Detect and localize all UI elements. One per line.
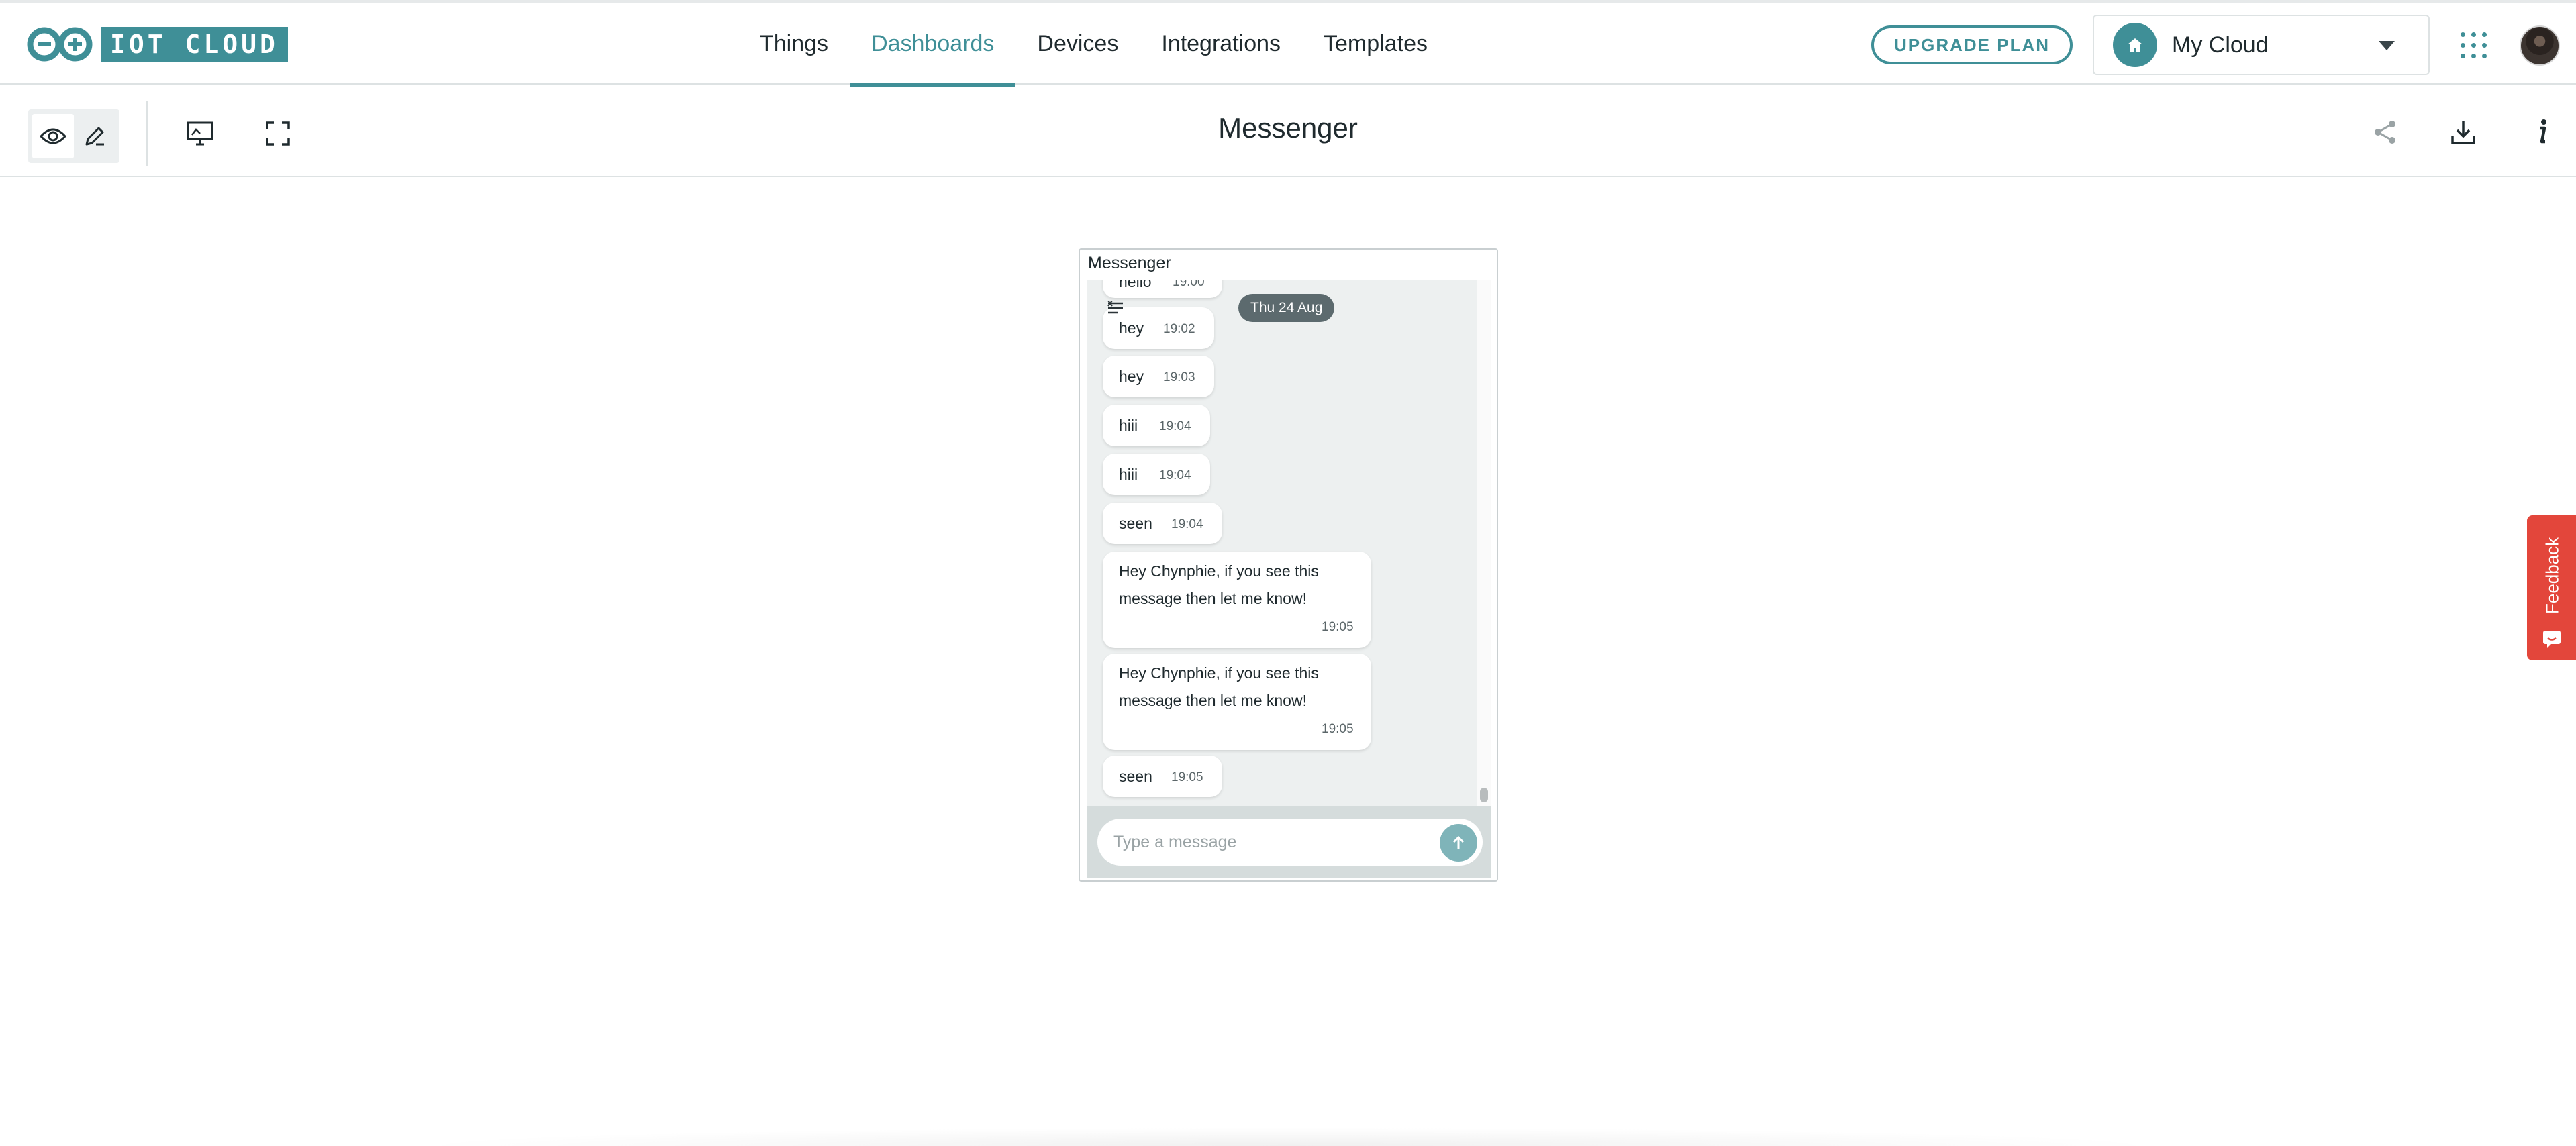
home-icon bbox=[2113, 23, 2157, 67]
feedback-tab[interactable]: Feedback bbox=[2527, 515, 2576, 660]
share-button[interactable] bbox=[2367, 113, 2404, 151]
message-time: 19:02 bbox=[1163, 322, 1195, 336]
message-text: hiii bbox=[1119, 466, 1138, 483]
message-bubble: hiii 19:04 bbox=[1103, 454, 1210, 495]
main-nav: Things Dashboards Devices Integrations T… bbox=[738, 3, 1449, 87]
dashboard-toolbar: Messenger bbox=[0, 87, 2576, 177]
arrow-up-icon bbox=[1452, 835, 1465, 849]
mark-unread-icon[interactable] bbox=[1105, 300, 1126, 317]
message-time: 19:03 bbox=[1163, 370, 1195, 384]
message-bubble: hello 19:00 bbox=[1103, 280, 1222, 298]
message-bubble: seen 19:04 bbox=[1103, 503, 1222, 544]
message-time: 19:05 bbox=[1322, 620, 1354, 634]
nav-templates[interactable]: Templates bbox=[1302, 3, 1449, 85]
send-button[interactable] bbox=[1440, 824, 1477, 862]
dashboard-title: Messenger bbox=[1218, 112, 1358, 144]
message-list[interactable]: hello 19:00 Thu 24 Aug hey 19:02 hey 19:… bbox=[1087, 280, 1477, 806]
messenger-widget: Messenger hello 19:00 Thu 24 Aug hey 19:… bbox=[1079, 248, 1498, 882]
download-button[interactable] bbox=[2444, 113, 2482, 151]
upgrade-plan-button[interactable]: UPGRADE PLAN bbox=[1871, 25, 2073, 64]
message-time: 19:04 bbox=[1159, 468, 1191, 482]
page-bottom-shadow bbox=[403, 1127, 2175, 1146]
date-badge: Thu 24 Aug bbox=[1238, 294, 1335, 322]
message-bubble: Hey Chynphie, if you see this message th… bbox=[1103, 552, 1371, 648]
info-icon bbox=[2540, 119, 2546, 144]
top-navigation-bar: IOT CLOUD Things Dashboards Devices Inte… bbox=[0, 0, 2576, 87]
message-text: hello bbox=[1119, 280, 1152, 291]
message-text: seen bbox=[1119, 768, 1152, 785]
message-time: 19:00 bbox=[1173, 280, 1205, 289]
feedback-icon bbox=[2542, 629, 2562, 648]
info-button[interactable] bbox=[2524, 113, 2561, 151]
arduino-infinity-icon bbox=[26, 25, 97, 63]
compose-bar: Type a message bbox=[1087, 806, 1491, 878]
message-text: seen bbox=[1119, 515, 1152, 532]
message-text: message then let me know! bbox=[1119, 692, 1307, 709]
widget-title: Messenger bbox=[1088, 254, 1171, 272]
message-bubble: hey 19:03 bbox=[1103, 356, 1214, 397]
download-icon bbox=[2451, 121, 2475, 144]
message-bubble: Hey Chynphie, if you see this message th… bbox=[1103, 654, 1371, 750]
user-avatar[interactable] bbox=[2520, 25, 2560, 66]
chevron-down-icon bbox=[2379, 41, 2395, 50]
feedback-label: Feedback bbox=[2542, 537, 2563, 615]
message-text: Hey Chynphie, if you see this bbox=[1119, 562, 1319, 580]
message-time: 19:04 bbox=[1171, 517, 1203, 531]
message-time: 19:04 bbox=[1159, 419, 1191, 433]
nav-things[interactable]: Things bbox=[738, 3, 850, 85]
app-logo[interactable]: IOT CLOUD bbox=[26, 25, 288, 63]
logo-text: IOT CLOUD bbox=[101, 27, 288, 62]
space-selector-label: My Cloud bbox=[2172, 32, 2269, 58]
message-text: hiii bbox=[1119, 417, 1138, 434]
message-text: hey bbox=[1119, 368, 1144, 385]
space-selector[interactable]: My Cloud bbox=[2093, 15, 2430, 75]
message-text: hey bbox=[1119, 319, 1144, 337]
message-time: 19:05 bbox=[1171, 770, 1203, 784]
message-input[interactable]: Type a message bbox=[1097, 819, 1483, 866]
message-text: message then let me know! bbox=[1119, 590, 1307, 607]
message-bubble: hiii 19:04 bbox=[1103, 405, 1210, 446]
nav-dashboards[interactable]: Dashboards bbox=[850, 3, 1016, 87]
message-bubble: seen 19:05 bbox=[1103, 756, 1222, 797]
message-time: 19:05 bbox=[1322, 722, 1354, 736]
message-text: Hey Chynphie, if you see this bbox=[1119, 664, 1319, 682]
apps-grid-icon[interactable] bbox=[2461, 32, 2487, 59]
scrollbar-thumb[interactable] bbox=[1480, 788, 1488, 802]
nav-integrations[interactable]: Integrations bbox=[1140, 3, 1302, 85]
share-icon bbox=[2375, 121, 2395, 144]
message-list-scrollbar[interactable] bbox=[1477, 280, 1491, 806]
nav-devices[interactable]: Devices bbox=[1015, 3, 1140, 85]
